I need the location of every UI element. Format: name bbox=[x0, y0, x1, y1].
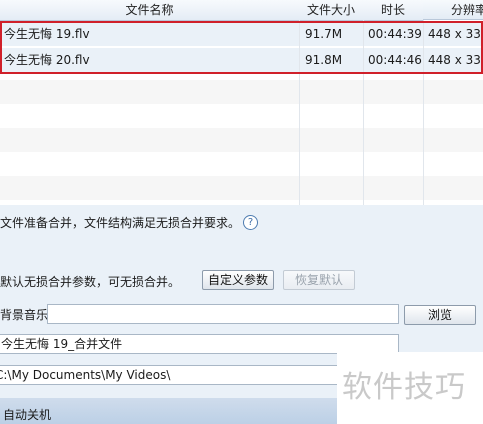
column-header-filesize[interactable]: 文件大小 bbox=[299, 0, 364, 21]
auto-shutdown-bar[interactable]: 自动关机 bbox=[0, 398, 337, 424]
empty-row bbox=[0, 128, 483, 152]
watermark-text: 软件技巧 bbox=[342, 370, 466, 405]
merge-ready-text: 文件准备合并，文件结构满足无损合并要求。 bbox=[0, 216, 241, 230]
column-header-filename[interactable]: 文件名称 bbox=[0, 0, 300, 21]
empty-row bbox=[0, 80, 483, 104]
custom-params-button[interactable]: 自定义参数 bbox=[202, 270, 274, 290]
output-filename-input[interactable]: 今生无悔 19_合并文件 bbox=[0, 334, 399, 354]
empty-row bbox=[0, 176, 483, 200]
file-list-table: 文件名称 文件大小 时长 分辨率 今生无悔 19.flv 91.7M 00:44… bbox=[0, 0, 483, 205]
column-header-resolution[interactable]: 分辨率 bbox=[423, 0, 483, 20]
column-header-duration[interactable]: 时长 bbox=[363, 0, 424, 21]
browse-button[interactable]: 浏览 bbox=[404, 305, 476, 325]
bg-music-label: 背景音乐 bbox=[0, 308, 49, 322]
bg-music-input[interactable] bbox=[47, 304, 399, 324]
restore-default-button[interactable]: 恢复默认 bbox=[283, 270, 355, 290]
question-icon[interactable]: ? bbox=[243, 215, 258, 230]
merge-params-text: 默认无损合并参数，可无损合并。 bbox=[0, 275, 181, 289]
highlight-box bbox=[0, 21, 483, 74]
auto-shutdown-label: 自动关机 bbox=[3, 408, 52, 422]
